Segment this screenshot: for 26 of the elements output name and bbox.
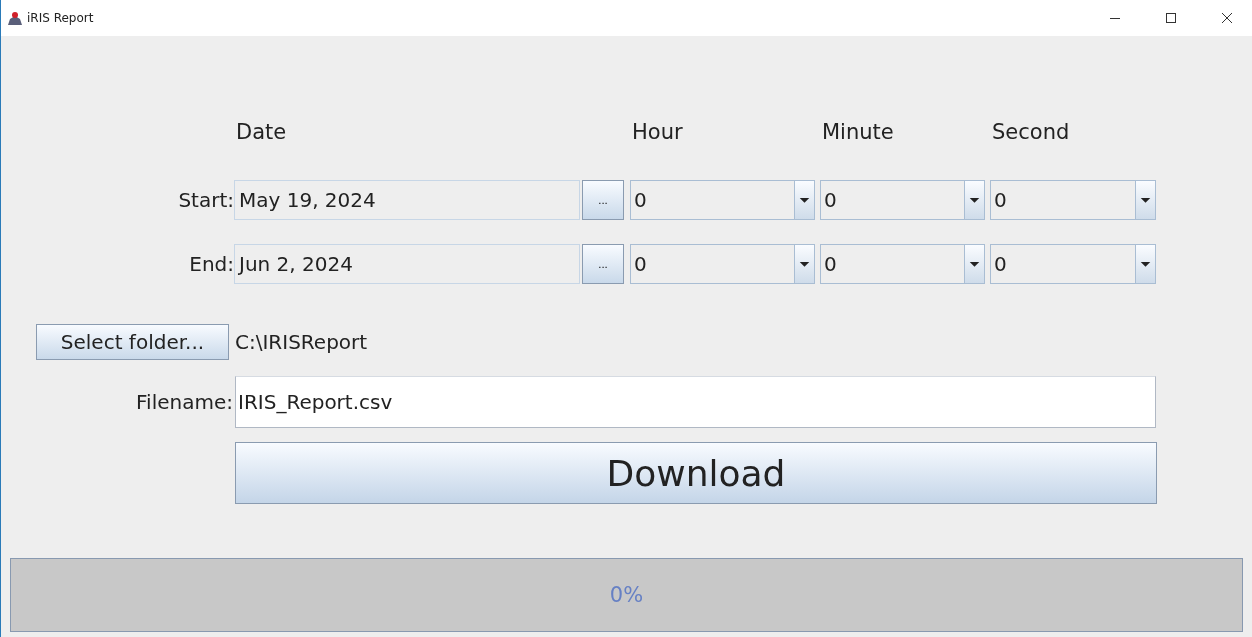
minute-dropdown[interactable]: 0	[820, 244, 985, 284]
column-header: Date	[235, 120, 288, 144]
second-dropdown[interactable]: 0	[990, 180, 1156, 220]
row-label: End:	[188, 251, 234, 278]
date-picker-button[interactable]: ...	[582, 244, 624, 284]
maximize-icon[interactable]	[1165, 12, 1177, 24]
column-header: Hour	[631, 120, 684, 144]
date-field[interactable]: May 19, 2024	[234, 180, 580, 220]
hour-dropdown[interactable]: 0	[630, 180, 815, 220]
progress-reading: 0%	[609, 583, 644, 607]
select-folder-button[interactable]: Select folder...	[36, 324, 229, 360]
date-field[interactable]: Jun 2, 2024	[234, 244, 580, 284]
column-header: Second	[991, 120, 1071, 144]
column-header: Minute	[821, 120, 895, 144]
hour-dropdown[interactable]: 0	[630, 244, 815, 284]
folder-path: C:\IRISReport	[235, 330, 368, 354]
download-button[interactable]: Download	[235, 442, 1157, 504]
minute-dropdown[interactable]: 0	[820, 180, 985, 220]
close-icon[interactable]	[1221, 12, 1233, 24]
filename-field[interactable]: IRIS_Report.csv	[235, 376, 1156, 428]
date-picker-button[interactable]: ...	[582, 180, 624, 220]
row-label: Start:	[177, 187, 234, 214]
app-icon	[7, 10, 23, 26]
second-dropdown[interactable]: 0	[990, 244, 1156, 284]
filename-label: Filename:	[136, 390, 233, 414]
window-title: iRIS Report	[27, 11, 94, 25]
